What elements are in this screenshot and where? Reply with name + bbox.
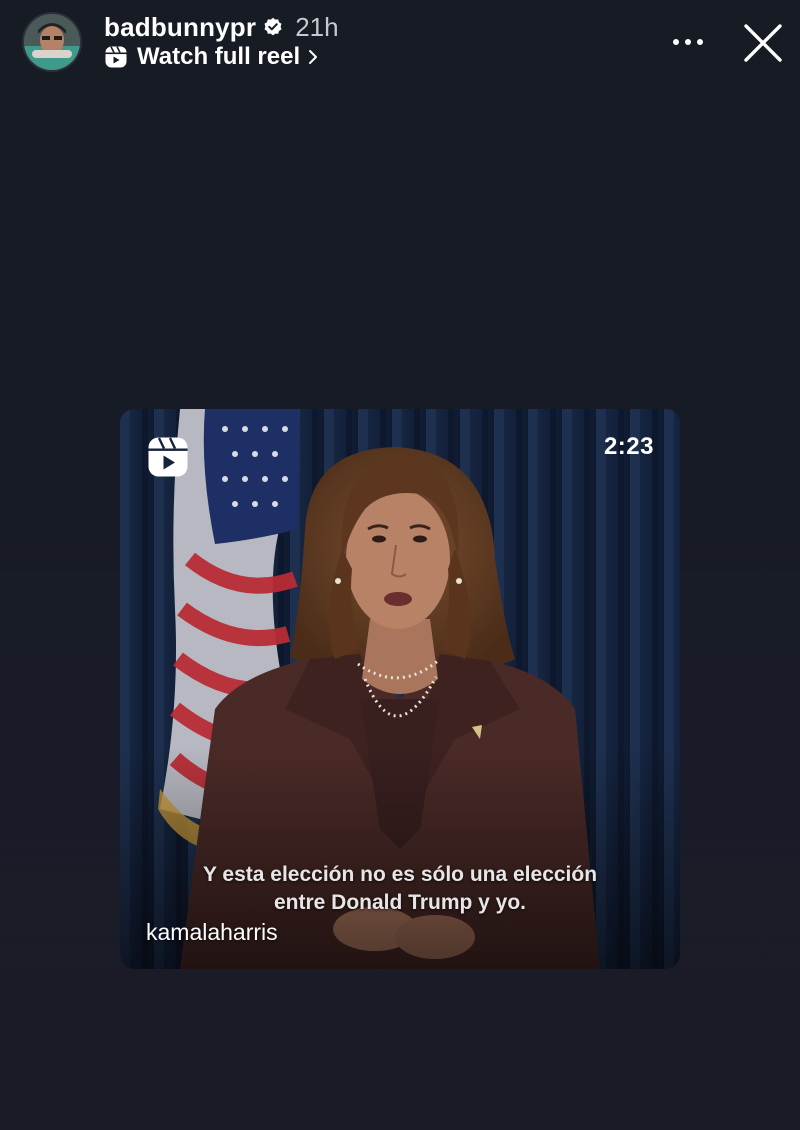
reel-duration: 2:23: [603, 433, 654, 460]
timestamp: 21h: [295, 11, 339, 42]
shared-reel-card[interactable]: 2:23 Y esta elección no es sólo una elec…: [120, 409, 680, 969]
more-options-button[interactable]: [668, 22, 708, 62]
chevron-right-icon: [307, 49, 319, 65]
reel-subtitle: Y esta elección no es sólo una elección …: [120, 861, 680, 917]
verified-badge-icon: [263, 17, 283, 37]
reels-icon: [104, 45, 128, 69]
avatar[interactable]: [22, 12, 82, 72]
close-icon: [744, 24, 782, 62]
reel-author[interactable]: kamalaharris: [146, 919, 278, 946]
subtitle-line: entre Donald Trump y yo.: [273, 891, 527, 914]
more-horizontal-icon: [673, 39, 703, 45]
username[interactable]: badbunnypr: [104, 12, 256, 43]
subtitle-line: Y esta elección no es sólo una elección: [202, 863, 598, 886]
reels-icon: [147, 436, 189, 478]
story-header: badbunnypr 21h Watch full reel: [0, 0, 800, 80]
watch-full-reel-label: Watch full reel: [137, 43, 301, 70]
watch-full-reel-link[interactable]: Watch full reel: [104, 42, 319, 72]
close-button[interactable]: [740, 20, 786, 66]
story-title-row: badbunnypr 21h: [104, 10, 339, 44]
